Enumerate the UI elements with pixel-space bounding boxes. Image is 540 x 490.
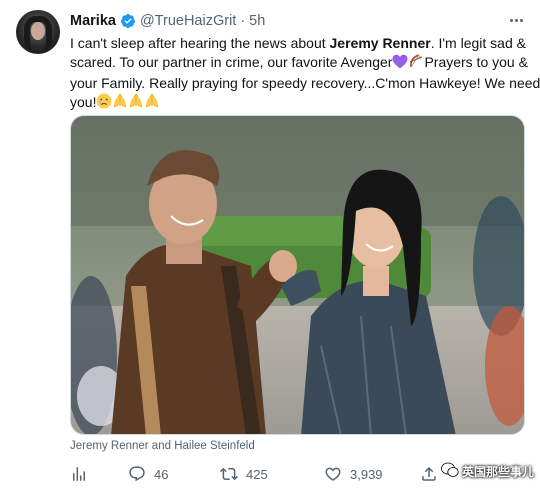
text-segment: your Family. Really praying for speedy r… (70, 75, 540, 91)
bow-and-arrow-icon (408, 53, 424, 74)
like-count: 3,939 (350, 466, 383, 482)
analytics-button[interactable] (70, 462, 88, 486)
reply-count: 46 (154, 466, 169, 482)
photo-caption: Jeremy Renner and Hailee Steinfeld (70, 440, 255, 452)
tweet-text-line-1: I can't sleep after hearing the news abo… (70, 34, 526, 53)
retweet-count: 425 (246, 466, 268, 482)
analytics-icon (70, 465, 88, 483)
crying-face-icon (96, 93, 112, 114)
praying-hands-icon (112, 93, 128, 114)
mention-jeremy-renner: Jeremy Renner (329, 35, 431, 51)
reply-icon (128, 465, 146, 483)
retweet-icon (220, 465, 238, 483)
tweet-text-line-4: you! (70, 93, 525, 114)
text-segment: . I'm legit sad & (430, 35, 526, 51)
text-segment: scared. To our partner in crime, our fav… (70, 54, 393, 70)
wechat-icon (441, 462, 459, 481)
heart-icon (324, 465, 342, 483)
verified-badge-icon (120, 13, 136, 29)
tweet-text: I can't sleep after hearing the news abo… (70, 34, 540, 114)
share-icon (420, 465, 438, 483)
more-options-icon[interactable] (506, 10, 526, 30)
praying-hands-icon (128, 93, 144, 114)
author-name[interactable]: Marika (70, 13, 116, 29)
text-segment: I can't sleep after hearing the news abo… (70, 35, 330, 51)
author-avatar[interactable] (16, 10, 60, 54)
tweet-header: Marika @TrueHaizGrit · 5h (70, 12, 265, 30)
author-handle[interactable]: @TrueHaizGrit (140, 13, 236, 29)
tweet-text-line-2: scared. To our partner in crime, our fav… (70, 53, 528, 74)
tweet-photo[interactable] (70, 115, 525, 435)
avatar-face (31, 22, 45, 40)
text-segment: Prayers to you & (424, 54, 528, 70)
tweet-timestamp[interactable]: 5h (249, 13, 265, 29)
watermark-text: 英国那些事儿 (461, 464, 534, 479)
tweet-text-line-3: your Family. Really praying for speedy r… (70, 74, 540, 93)
text-segment: you! (70, 94, 97, 110)
reply-button[interactable]: 46 (128, 462, 168, 486)
watermark: 英国那些事儿 (441, 460, 534, 482)
separator-dot: · (240, 13, 246, 29)
retweet-button[interactable]: 425 (220, 462, 268, 486)
like-button[interactable]: 3,939 (324, 462, 383, 486)
purple-heart-icon (392, 54, 408, 74)
praying-hands-icon (144, 93, 160, 114)
tweet-card[interactable]: Marika @TrueHaizGrit · 5h I can't sleep … (0, 0, 540, 490)
share-button[interactable] (420, 462, 438, 486)
